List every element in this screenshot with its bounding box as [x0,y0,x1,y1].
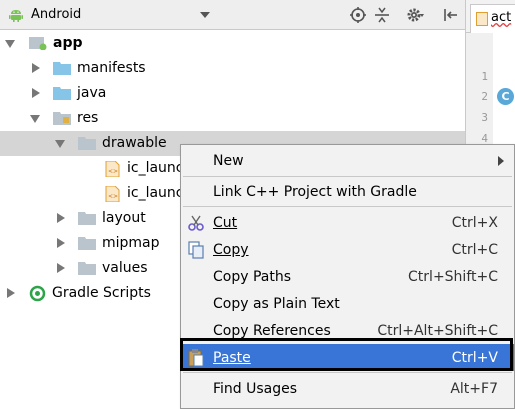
menu-item-label: Copy [213,242,249,258]
tree-item-label: manifests [77,60,146,76]
menu-item-shortcut: Ctrl+Alt+Shift+C [377,323,498,339]
xml-file-icon: <> [105,161,120,177]
target-icon[interactable] [349,6,367,24]
paste-icon [188,349,204,367]
menu-item-shortcut: Ctrl+Shift+C [408,269,498,285]
expand-arrow-icon[interactable] [7,288,15,298]
menu-separator [183,206,512,207]
line-number: 2 [481,90,488,103]
module-icon [29,37,47,50]
folder-icon [78,137,96,150]
folder-icon [78,262,96,275]
line-number: 1 [481,70,488,83]
tree-item-label: res [77,110,99,126]
expand-arrow-icon[interactable] [57,238,65,248]
expand-arrow-icon[interactable] [32,63,40,73]
folder-icon [53,62,71,75]
android-icon [9,10,23,22]
menu-item-new[interactable]: New [181,147,514,174]
copy-icon [188,241,204,259]
menu-item-find-usages[interactable]: Find Usages Alt+F7 [181,375,514,402]
tree-item-label: java [77,85,107,101]
menu-item-label: Copy References [213,323,331,339]
tree-item-label: mipmap [102,235,160,251]
editor-tab-label: act [491,10,512,25]
folder-icon [78,212,96,225]
line-number: 3 [481,111,488,124]
tree-item-label: values [102,260,148,276]
tree-item-label: app [53,35,83,51]
xml-file-icon: <> [105,186,120,202]
menu-item-copy-plain-text[interactable]: Copy as Plain Text [181,290,514,317]
expand-arrow-icon[interactable] [57,263,65,273]
class-badge: C [497,88,514,105]
menu-item-label: Link C++ Project with Gradle [213,184,417,200]
submenu-arrow-icon [498,156,504,166]
expand-arrow-icon[interactable] [57,213,65,223]
menu-item-shortcut: Ctrl+C [451,242,498,258]
folder-icon [53,87,71,100]
menu-item-copy[interactable]: Copy Ctrl+C [181,236,514,263]
editor-tab[interactable]: act [470,4,515,33]
scissors-icon [188,215,204,231]
svg-text:<>: <> [108,168,118,175]
tree-item-app[interactable]: app [0,31,465,56]
expand-arrow-icon[interactable] [55,140,65,148]
menu-item-copy-paths[interactable]: Copy Paths Ctrl+Shift+C [181,263,514,290]
menu-item-link-cpp[interactable]: Link C++ Project with Gradle [181,178,514,205]
project-view-selector[interactable]: Android [31,7,81,22]
menu-separator [183,372,512,373]
collapse-icon[interactable] [373,6,391,24]
tree-item-manifests[interactable]: manifests [0,56,465,81]
menu-item-label: Paste [213,350,251,366]
svg-text:<>: <> [108,193,118,200]
menu-item-label: Cut [213,215,238,231]
tree-item-java[interactable]: java [0,81,465,106]
hide-panel-icon[interactable] [441,6,459,24]
menu-item-shortcut: Ctrl+X [451,215,498,231]
menu-item-paste[interactable]: Paste Ctrl+V [181,344,514,371]
menu-item-label: Copy Paths [213,269,292,285]
tree-item-res[interactable]: res [0,106,465,131]
menu-item-shortcut: Ctrl+V [451,350,498,366]
expand-arrow-icon[interactable] [32,88,40,98]
java-file-icon [476,12,488,26]
menu-item-cut[interactable]: Cut Ctrl+X [181,209,514,236]
menu-item-label: New [213,153,244,169]
menu-item-label: Find Usages [213,381,298,397]
menu-separator [183,176,512,177]
expand-arrow-icon[interactable] [30,115,40,123]
folder-icon [78,237,96,250]
gear-icon[interactable] [406,6,424,24]
tree-item-label: layout [102,210,146,226]
res-folder-icon [53,112,71,125]
gradle-icon [29,285,46,302]
context-menu: New Link C++ Project with Gradle Cut Ctr… [180,144,515,409]
project-view-toolbar: Android [0,0,465,30]
editor-tab-bar: act [465,0,515,33]
chevron-down-icon[interactable] [200,12,210,18]
tree-item-label: drawable [102,135,167,151]
tree-item-label: Gradle Scripts [52,285,151,301]
menu-item-label: Copy as Plain Text [213,296,340,312]
expand-arrow-icon[interactable] [5,40,15,48]
menu-item-copy-references[interactable]: Copy References Ctrl+Alt+Shift+C [181,317,514,344]
menu-item-shortcut: Alt+F7 [450,381,498,397]
